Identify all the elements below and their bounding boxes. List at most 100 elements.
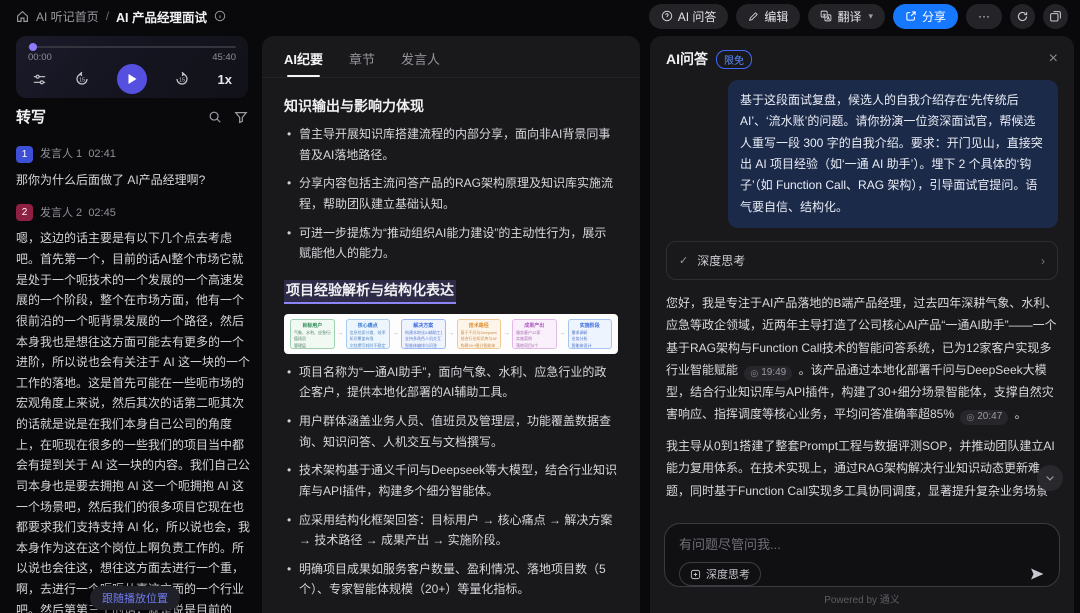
total-time: 45:40: [212, 52, 236, 63]
deep-think-toggle[interactable]: 深度思考: [679, 562, 761, 586]
translate-label: 翻译: [837, 8, 861, 25]
summary-bullet: 实施过程可拆解为需求调研、业务分析、智能体设计、bad case优化等阶段，便于…: [299, 608, 618, 611]
speaker-badge: 2: [16, 204, 33, 221]
chevron-right-icon: ›: [1041, 254, 1045, 268]
window-icon: [1049, 10, 1062, 23]
timestamp-chip[interactable]: ◎19:49: [744, 366, 792, 381]
qa-input-box[interactable]: 有问题尽管问我... 深度思考: [664, 523, 1060, 587]
close-icon[interactable]: ×: [1049, 51, 1058, 67]
equalizer-icon[interactable]: [32, 72, 47, 87]
forward-15-icon[interactable]: 15: [174, 71, 190, 87]
powered-by: Powered by 通义: [650, 591, 1074, 606]
search-icon[interactable]: [208, 110, 222, 124]
home-icon[interactable]: [16, 10, 29, 23]
progress-knob[interactable]: [29, 43, 37, 51]
share-button[interactable]: 分享: [893, 4, 958, 29]
scroll-to-bottom-button[interactable]: [1037, 465, 1063, 491]
summary-bullet: 技术架构基于通义千问与Deepseek等大模型，结合行业知识库与API插件，构建…: [299, 460, 618, 501]
entry-text[interactable]: 嗯，这边的话主要是有以下几个点去考虑吧。首先第一个，目前的话AI整个市场它就是处…: [16, 228, 250, 613]
layout-button[interactable]: [1043, 4, 1068, 29]
qa-conversation[interactable]: 基于这段面试复盘，候选人的自我介绍存在‘先传统后 AI’、‘流水账’的问题。请你…: [666, 80, 1058, 501]
ai-answer: 您好，我是专注于AI产品落地的B端产品经理，过去四年深耕气象、水利、应急等政企领…: [666, 292, 1058, 501]
share-icon: [905, 10, 917, 22]
follow-playback-pill[interactable]: 跟随播放位置: [90, 586, 180, 610]
summary-bullet: 曾主导开展知识库搭建流程的内部分享，面向非AI背景同事普及AI落地路径。: [299, 124, 618, 165]
translate-icon: [820, 10, 832, 22]
edit-button[interactable]: 编辑: [736, 4, 800, 29]
summary-bullet: 可进一步提炼为“推动组织AI能力建设”的主动性行为，展示赋能他人的能力。: [299, 223, 618, 264]
qa-input-placeholder[interactable]: 有问题尽管问我...: [679, 534, 1045, 553]
audio-player: 00:00 45:40 15 15 1x: [16, 36, 248, 98]
flow-step-tech: 技术路径 基于千问与Deepseek大模型 结合行业知识库与API插件 构建30…: [457, 319, 502, 349]
filter-icon[interactable]: [234, 110, 248, 124]
flow-arrow: →: [337, 330, 344, 337]
tab-speakers[interactable]: 发言人: [401, 49, 440, 68]
transcript-entry: 1 发言人 1 02:41 那你为什么后面做了 AI产品经理啊?: [16, 145, 250, 191]
rewind-15-icon[interactable]: 15: [74, 71, 90, 87]
user-message-bubble: 基于这段面试复盘，候选人的自我介绍存在‘先传统后 AI’、‘流水账’的问题。请你…: [728, 80, 1058, 228]
page-title: AI 产品经理面试: [116, 7, 207, 26]
free-badge: 限免: [716, 50, 752, 69]
info-icon[interactable]: [214, 10, 226, 22]
summary-content[interactable]: 知识输出与影响力体现 曾主导开展知识库搭建流程的内部分享，面向非AI背景同事普及…: [262, 78, 640, 611]
pencil-icon: [748, 11, 759, 22]
ai-qa-label: AI 问答: [678, 8, 717, 25]
breadcrumb-separator: /: [106, 9, 109, 23]
flow-arrow: →: [392, 330, 399, 337]
entry-time[interactable]: 02:41: [88, 148, 116, 160]
transcript-entry: 2 发言人 2 02:45 嗯，这边的话主要是有以下几个点去考虑吧。首先第一个，…: [16, 204, 250, 613]
chevron-down-icon: [1044, 472, 1056, 484]
tab-ai-summary[interactable]: AI纪要: [284, 49, 323, 68]
timestamp-chip[interactable]: ◎20:47: [960, 410, 1008, 425]
summary-bullet: 明确项目成果如服务客户数量、盈利情况、落地项目数（5个）、专家智能体规模（20+…: [299, 559, 618, 600]
answer-text: 我主导从0到1搭建了整套Prompt工程与数据评测SOP，并推动团队建立AI能力…: [666, 439, 1055, 501]
flow-arrow: →: [448, 330, 455, 337]
translate-button[interactable]: 翻译 ▾: [808, 4, 885, 29]
speaker-name: 发言人 1: [40, 148, 82, 160]
check-icon: ✓: [679, 254, 688, 267]
more-button[interactable]: ···: [966, 4, 1002, 29]
svg-text:15: 15: [79, 77, 85, 83]
flow-arrow: →: [503, 330, 510, 337]
entry-text[interactable]: 那你为什么后面做了 AI产品经理啊?: [16, 170, 250, 191]
topbar: AI 听记首页 / AI 产品经理面试 AI 问答 编辑 翻译 ▾ 分享 ···: [0, 0, 1080, 32]
play-circle-icon: ◎: [750, 365, 758, 382]
refresh-button[interactable]: [1010, 4, 1035, 29]
qa-icon: [661, 10, 673, 22]
refresh-icon: [1016, 10, 1029, 23]
edit-label: 编辑: [764, 8, 788, 25]
send-icon[interactable]: [1029, 566, 1045, 582]
deep-think-label: 深度思考: [697, 252, 745, 269]
chevron-down-icon: ▾: [868, 11, 873, 22]
playback-speed[interactable]: 1x: [218, 72, 232, 87]
speaker-name: 发言人 2: [40, 207, 82, 219]
svg-text:15: 15: [179, 77, 185, 83]
flowchart-image[interactable]: 目标用户 气象、水利、应急行业相关人员 值班员 管理层 → 核心痛点 信息检索分…: [284, 314, 618, 354]
transcript-title: 转写: [16, 106, 46, 127]
breadcrumb: AI 听记首页 / AI 产品经理面试: [16, 7, 226, 26]
flow-arrow: →: [559, 330, 566, 337]
tab-chapters[interactable]: 章节: [349, 49, 375, 68]
summary-bullet: 应采用结构化框架回答：目标用户 → 核心痛点 → 解决方案 → 技术路径 → 成…: [299, 510, 618, 551]
summary-bullet: 项目名称为“一通AI助手”，面向气象、水利、应急行业的政企客户，提供本地化部署的…: [299, 362, 618, 403]
qa-panel-title: AI问答: [666, 49, 708, 69]
play-circle-icon: ◎: [966, 409, 974, 426]
summary-bullet: 用户群体涵盖业务人员、值班员及管理层，功能覆盖数据查询、知识问答、人机交互与文档…: [299, 411, 618, 452]
progress-bar[interactable]: [28, 46, 236, 48]
breadcrumb-home[interactable]: AI 听记首页: [36, 8, 99, 25]
entry-time[interactable]: 02:45: [88, 207, 116, 219]
deep-think-icon: [690, 569, 701, 580]
section-heading-highlighted[interactable]: 项目经验解析与结构化表达: [284, 280, 456, 304]
more-icon: ···: [978, 9, 990, 23]
transcript-list[interactable]: 1 发言人 1 02:41 那你为什么后面做了 AI产品经理啊? 2 发言人 2…: [16, 132, 250, 613]
flow-step-solution: 解决方案 构建本地化AI辅助工具 支持多角色人机交互 智能体编排与问答: [401, 319, 446, 349]
answer-text: 。: [1015, 407, 1027, 421]
topbar-actions: AI 问答 编辑 翻译 ▾ 分享 ···: [649, 4, 1068, 29]
ai-qa-button[interactable]: AI 问答: [649, 4, 729, 29]
current-time: 00:00: [28, 52, 52, 63]
flow-step-phases: 实施阶段 需求调研 业务分析 智能体设计 bad case优化: [568, 319, 613, 349]
deep-think-collapsible[interactable]: ✓ 深度思考 ›: [666, 241, 1058, 280]
qa-panel: AI问答 限免 × 基于这段面试复盘，候选人的自我介绍存在‘先传统后 AI’、‘…: [650, 36, 1074, 613]
play-button[interactable]: [117, 64, 147, 94]
summary-panel: AI纪要 章节 发言人 知识输出与影响力体现 曾主导开展知识库搭建流程的内部分享…: [262, 36, 640, 613]
